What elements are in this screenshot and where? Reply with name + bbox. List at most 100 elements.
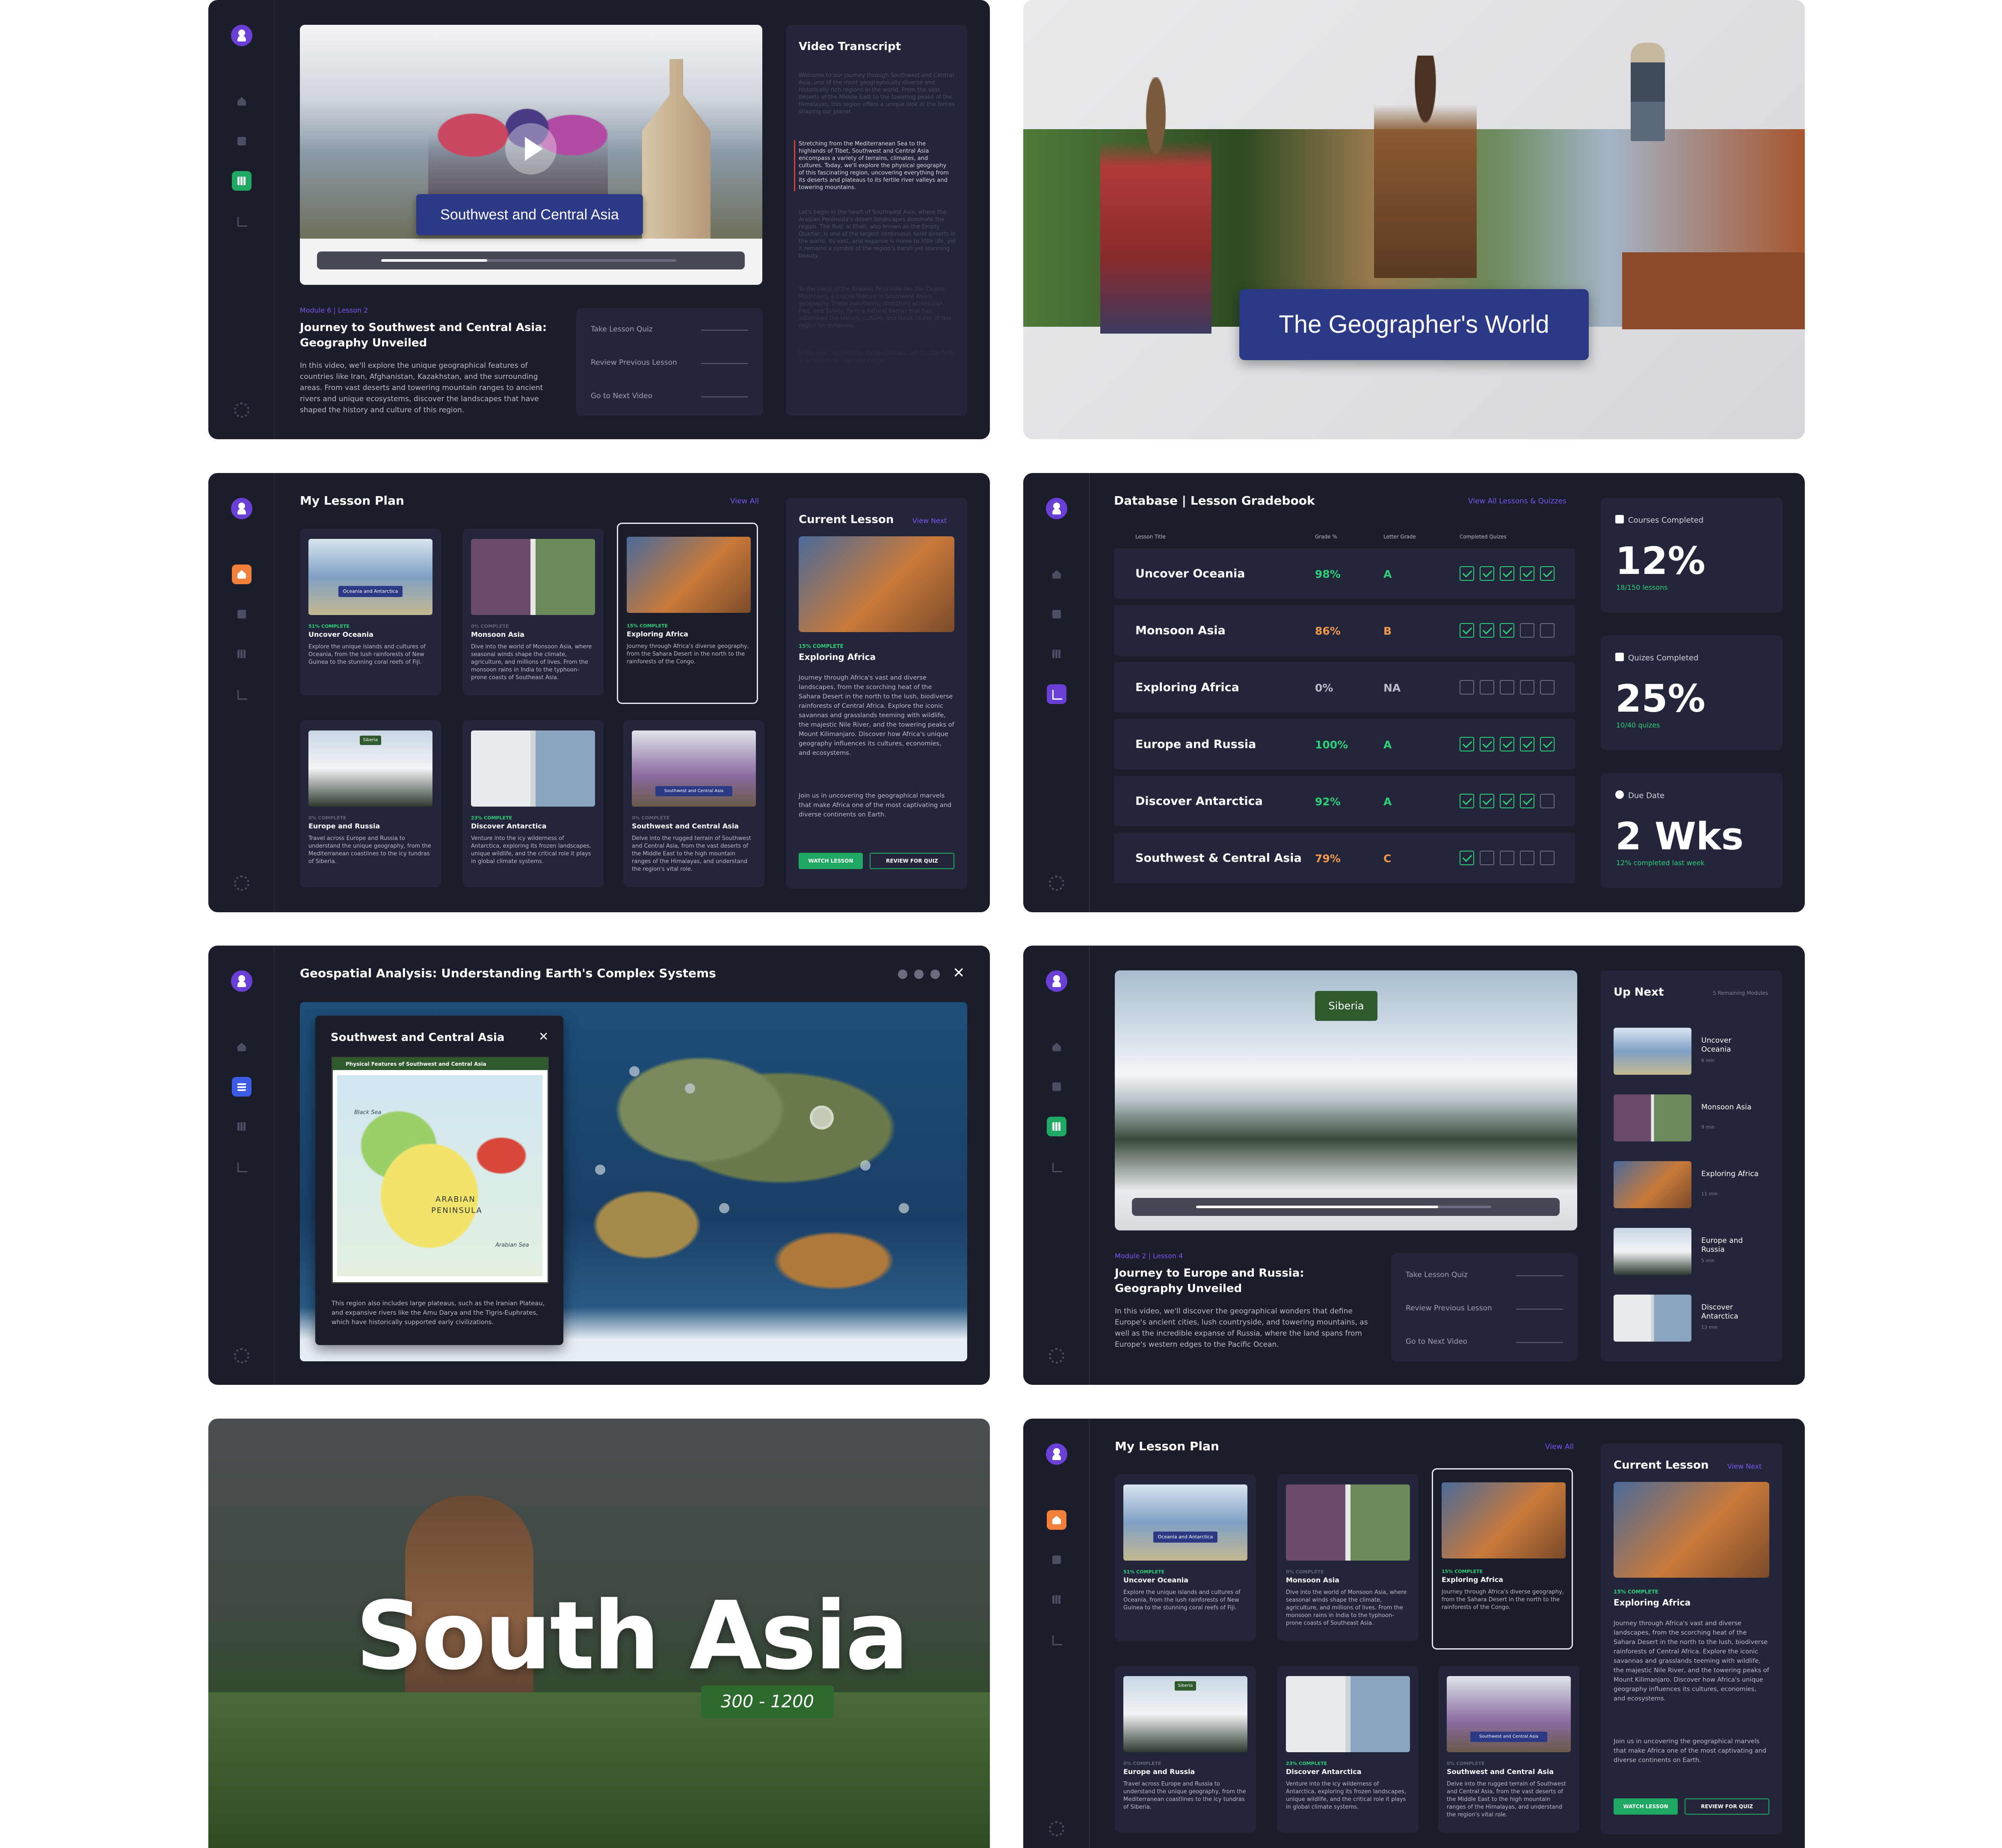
home-icon[interactable]	[232, 565, 252, 584]
map-marker[interactable]	[685, 1083, 695, 1094]
take-quiz-link[interactable]: Take Lesson Quiz	[591, 325, 748, 334]
up-next-item[interactable]: Uncover Oceania 6 min	[1614, 1028, 1768, 1075]
take-quiz-link[interactable]: Take Lesson Quiz	[1406, 1271, 1563, 1279]
lesson-card-antarctica[interactable]: 23% COMPLETE Discover Antarctica Venture…	[1277, 1666, 1419, 1833]
lesson-card-europe-russia[interactable]: Siberia 0% COMPLETE Europe and Russia Tr…	[1115, 1666, 1256, 1833]
settings-gear-icon[interactable]	[1049, 875, 1064, 891]
home-icon[interactable]	[232, 92, 252, 111]
lesson-card-oceania[interactable]: Oceania and Antarctica 51% COMPLETE Unco…	[1115, 1474, 1256, 1641]
view-all-link[interactable]: View All	[1545, 1443, 1574, 1451]
document-icon[interactable]	[232, 131, 252, 151]
modules-grid-icon[interactable]	[232, 171, 252, 191]
progress-bar[interactable]	[381, 259, 676, 262]
up-next-item[interactable]: Monsoon Asia 9 min	[1614, 1094, 1768, 1141]
video-player[interactable]: Siberia	[1115, 970, 1577, 1230]
lesson-card-monsoon-asia[interactable]: 0% COMPLETE Monsoon Asia Dive into the w…	[1277, 1474, 1419, 1641]
view-all-lessons-link[interactable]: View All Lessons & Quizzes	[1468, 497, 1567, 506]
document-icon[interactable]	[1047, 1077, 1066, 1097]
analytics-icon[interactable]	[1047, 1630, 1066, 1650]
gradebook-row[interactable]: Europe and Russia 100% A	[1114, 719, 1575, 769]
letter-grade: NA	[1383, 682, 1401, 694]
home-icon[interactable]	[1047, 565, 1066, 584]
grade-percent: 79%	[1315, 852, 1341, 865]
view-next-link[interactable]: View Next	[1727, 1462, 1762, 1470]
analytics-icon[interactable]	[232, 1157, 252, 1177]
next-video-link[interactable]: Go to Next Video	[591, 392, 748, 400]
map-marker[interactable]	[860, 1160, 871, 1171]
play-icon[interactable]	[505, 123, 557, 174]
document-icon[interactable]	[1047, 1550, 1066, 1570]
view-all-link[interactable]: View All	[730, 497, 759, 506]
lesson-card-sw-central-asia[interactable]: Southwest and Central Asia 0% COMPLETE S…	[1438, 1666, 1579, 1833]
avatar-icon[interactable]	[231, 25, 252, 46]
review-previous-link[interactable]: Review Previous Lesson	[591, 358, 748, 367]
transcript-panel[interactable]: Video Transcript Welcome to our journey …	[786, 25, 967, 416]
lesson-card-oceania[interactable]: Oceania and Antarctica 51% COMPLETE Unco…	[300, 529, 441, 695]
map-marker[interactable]	[719, 1203, 729, 1213]
modules-grid-icon[interactable]	[1047, 1117, 1066, 1136]
avatar-icon[interactable]	[1046, 498, 1067, 519]
avatar-icon[interactable]	[231, 970, 252, 992]
lesson-card-sw-central-asia[interactable]: Southwest and Central Asia 0% COMPLETE S…	[623, 720, 764, 887]
watch-lesson-button[interactable]: WATCH LESSON	[1614, 1798, 1678, 1815]
avatar-icon[interactable]	[1046, 970, 1067, 992]
view-next-link[interactable]: View Next	[912, 517, 947, 525]
home-icon[interactable]	[1047, 1510, 1066, 1530]
lesson-card-antarctica[interactable]: 23% COMPLETE Discover Antarctica Venture…	[462, 720, 604, 887]
lesson-card-monsoon-asia[interactable]: 0% COMPLETE Monsoon Asia Dive into the w…	[462, 529, 604, 695]
close-icon[interactable]: ✕	[539, 1029, 548, 1044]
gradebook-row[interactable]: Exploring Africa 0% NA	[1114, 662, 1575, 713]
watch-lesson-button[interactable]: WATCH LESSON	[799, 853, 863, 869]
gradebook-row[interactable]: Discover Antarctica 92% A	[1114, 776, 1575, 826]
home-icon[interactable]	[232, 1037, 252, 1057]
map-marker[interactable]	[629, 1066, 640, 1076]
modules-grid-icon[interactable]	[1047, 644, 1066, 664]
modules-grid-icon[interactable]	[232, 1117, 252, 1136]
lesson-card-europe-russia[interactable]: Siberia 0% COMPLETE Europe and Russia Tr…	[300, 720, 441, 887]
up-next-item[interactable]: Europe and Russia 5 min	[1614, 1228, 1768, 1275]
analytics-icon[interactable]	[1047, 1157, 1066, 1177]
info-icon[interactable]	[914, 970, 924, 979]
close-icon[interactable]: ✕	[953, 964, 965, 982]
settings-gear-icon[interactable]	[234, 1348, 249, 1363]
map-marker[interactable]	[595, 1165, 605, 1175]
document-icon[interactable]	[1047, 604, 1066, 624]
map-marker-active[interactable]	[810, 1106, 834, 1129]
settings-gear-icon[interactable]	[234, 875, 249, 891]
progress-bar[interactable]	[1196, 1206, 1491, 1208]
help-icon[interactable]	[930, 970, 940, 979]
next-video-link[interactable]: Go to Next Video	[1406, 1337, 1563, 1346]
home-icon[interactable]	[1047, 1037, 1066, 1057]
video-player[interactable]: Southwest and Central Asia	[300, 25, 762, 285]
review-quiz-button[interactable]: REVIEW FOR QUIZ	[870, 853, 954, 869]
modules-grid-icon[interactable]	[1047, 1590, 1066, 1609]
map-marker[interactable]	[899, 1203, 909, 1213]
video-controls[interactable]	[1132, 1198, 1560, 1216]
analytics-icon[interactable]	[1047, 684, 1066, 704]
review-previous-link[interactable]: Review Previous Lesson	[1406, 1304, 1563, 1313]
settings-gear-icon[interactable]	[1049, 1821, 1064, 1836]
up-next-item[interactable]: Discover Antarctica 13 min	[1614, 1295, 1768, 1342]
lesson-card-exploring-africa[interactable]: 15% COMPLETE Exploring Africa Journey th…	[617, 523, 758, 704]
document-icon[interactable]	[232, 1077, 252, 1097]
settings-gear-icon[interactable]	[234, 402, 249, 418]
lesson-progress: 23% COMPLETE	[471, 815, 512, 821]
gradebook-row[interactable]: Uncover Oceania 98% A	[1114, 548, 1575, 599]
review-quiz-button[interactable]: REVIEW FOR QUIZ	[1685, 1798, 1769, 1815]
document-icon[interactable]	[232, 604, 252, 624]
avatar-icon[interactable]	[231, 498, 252, 519]
gradebook-row[interactable]: Southwest & Central Asia 79% C	[1114, 833, 1575, 883]
settings-gear-icon[interactable]	[1049, 1348, 1064, 1363]
quiz-checkbox	[1480, 794, 1494, 808]
analytics-icon[interactable]	[232, 684, 252, 704]
modules-grid-icon[interactable]	[232, 644, 252, 664]
avatar-icon[interactable]	[1046, 1443, 1067, 1465]
grade-percent: 86%	[1315, 625, 1341, 637]
lesson-card-exploring-africa[interactable]: 15% COMPLETE Exploring Africa Journey th…	[1432, 1468, 1573, 1650]
analytics-icon[interactable]	[232, 211, 252, 231]
video-controls[interactable]	[317, 251, 745, 269]
gradebook-row[interactable]: Monsoon Asia 86% B	[1114, 605, 1575, 656]
quiz-checkbox	[1520, 680, 1534, 695]
chat-icon[interactable]	[898, 970, 907, 979]
up-next-item[interactable]: Exploring Africa 11 min	[1614, 1161, 1768, 1208]
